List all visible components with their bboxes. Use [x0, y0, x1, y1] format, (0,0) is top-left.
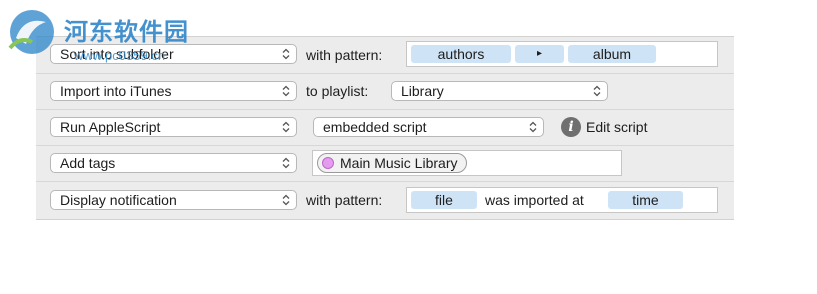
updown-chevron-icon	[593, 85, 601, 97]
pattern-field-notification[interactable]: file was imported at time	[406, 187, 718, 213]
watermark-url: www.pc0359.cn	[74, 48, 166, 63]
updown-chevron-icon	[282, 194, 290, 206]
action-popup-label: Run AppleScript	[60, 119, 161, 135]
updown-chevron-icon	[282, 157, 290, 169]
pattern-field-sort[interactable]: authors ▸ album	[406, 41, 718, 67]
tag-label: Main Music Library	[340, 155, 458, 171]
action-popup-notification[interactable]: Display notification	[50, 190, 297, 210]
token-authors[interactable]: authors	[411, 45, 511, 63]
playlist-popup-label: Library	[401, 83, 444, 99]
rule-row-itunes: Import into iTunes to playlist: Library	[36, 73, 734, 110]
tags-field[interactable]: Main Music Library	[312, 150, 622, 176]
pattern-label: with pattern:	[306, 192, 383, 208]
tag-color-dot-icon	[322, 157, 334, 169]
updown-chevron-icon	[282, 85, 290, 97]
edit-script-link[interactable]: Edit script	[586, 117, 647, 137]
action-popup-label: Add tags	[60, 155, 116, 171]
action-popup-label: Display notification	[60, 192, 177, 208]
action-popup-tags[interactable]: Add tags	[50, 153, 297, 173]
tag-token[interactable]: Main Music Library	[317, 153, 468, 173]
rule-row-tags: Add tags Main Music Library	[36, 145, 734, 182]
script-source-label: embedded script	[323, 119, 427, 135]
pattern-static-text: was imported at	[485, 192, 584, 208]
action-popup-itunes[interactable]: Import into iTunes	[50, 81, 297, 101]
playlist-label: to playlist:	[306, 83, 369, 99]
rule-row-applescript: Run AppleScript embedded script i Edit s…	[36, 109, 734, 146]
token-album[interactable]: album	[568, 45, 656, 63]
action-popup-applescript[interactable]: Run AppleScript	[50, 117, 297, 137]
playlist-popup[interactable]: Library	[391, 81, 608, 101]
token-time[interactable]: time	[608, 191, 683, 209]
watermark-title: 河东软件园	[64, 17, 189, 46]
watermark-logo-icon	[8, 10, 54, 54]
action-popup-label: Import into iTunes	[60, 83, 172, 99]
updown-chevron-icon	[282, 48, 290, 60]
pattern-label: with pattern:	[306, 47, 383, 63]
info-icon[interactable]: i	[561, 117, 581, 137]
updown-chevron-icon	[529, 121, 537, 133]
watermark: 河东软件园 www.pc0359.cn	[2, 8, 212, 68]
rule-row-notification: Display notification with pattern: file …	[36, 181, 734, 217]
updown-chevron-icon	[282, 121, 290, 133]
token-file[interactable]: file	[411, 191, 477, 209]
token-separator[interactable]: ▸	[515, 45, 564, 63]
script-source-popup[interactable]: embedded script	[313, 117, 544, 137]
